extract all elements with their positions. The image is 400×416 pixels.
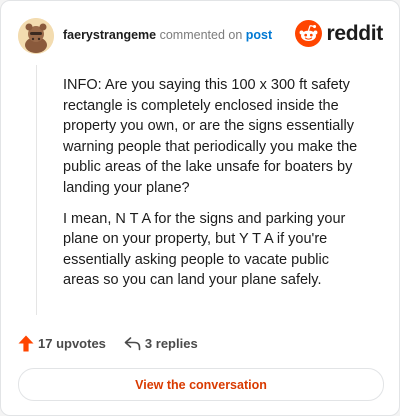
comment-card: faerystrangeme commented on post reddit … bbox=[0, 0, 400, 416]
reply-count: 3 replies bbox=[144, 336, 198, 351]
reddit-logo-icon bbox=[295, 20, 323, 47]
user-avatar-icon bbox=[18, 18, 54, 54]
comment-paragraph: I mean, N T A for the signs and parking … bbox=[63, 210, 346, 289]
thread-line bbox=[36, 65, 37, 315]
reply-button[interactable]: 3 replies bbox=[124, 336, 198, 351]
upvote-button[interactable]: 17 upvotes bbox=[18, 335, 106, 352]
username[interactable]: faerystrangeme bbox=[63, 28, 156, 42]
reddit-wordmark: reddit bbox=[326, 21, 383, 45]
avatar[interactable] bbox=[18, 18, 54, 54]
reply-arrow-icon bbox=[124, 337, 141, 351]
reddit-logo[interactable]: reddit bbox=[295, 20, 383, 47]
upvote-count: 17 upvotes bbox=[38, 336, 106, 351]
comment-paragraph: INFO: Are you saying this 100 x 300 ft s… bbox=[63, 77, 358, 196]
post-link[interactable]: post bbox=[246, 28, 272, 42]
comment-actions: 17 upvotes 3 replies bbox=[18, 335, 198, 352]
header-action-text: commented on bbox=[159, 28, 243, 42]
view-conversation-button[interactable]: View the conversation bbox=[18, 368, 384, 401]
comment-body: INFO: Are you saying this 100 x 300 ft s… bbox=[63, 75, 368, 301]
comment-header: faerystrangeme commented on post bbox=[63, 28, 272, 42]
upvote-arrow-icon bbox=[18, 335, 34, 352]
